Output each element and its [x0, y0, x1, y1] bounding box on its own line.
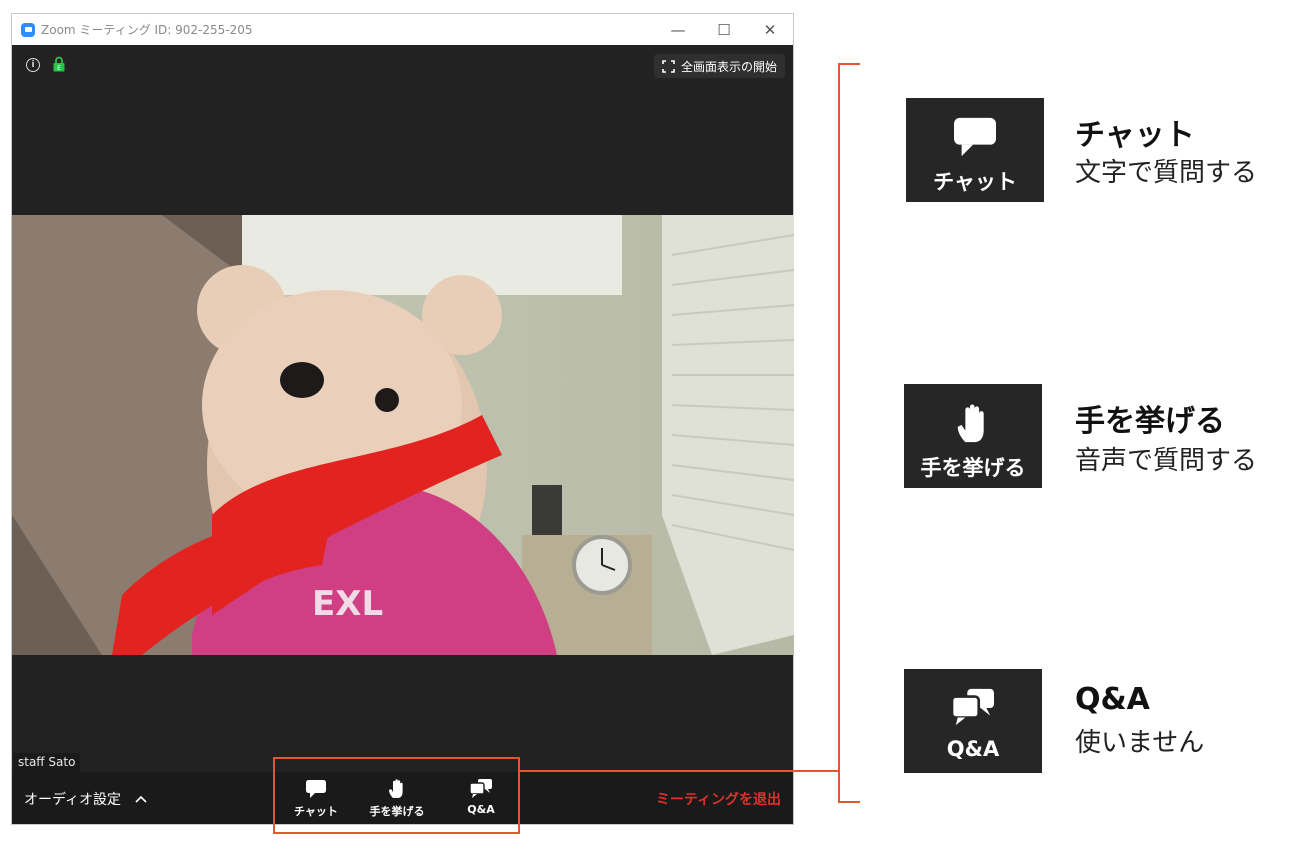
video-feed: EXL [12, 215, 794, 655]
window-title: Zoom ミーティング ID: 902-255-205 [41, 23, 253, 37]
bracket-line [838, 63, 840, 803]
bracket-bottom-tick [838, 801, 860, 803]
toolbar-highlight-box [273, 757, 520, 834]
fullscreen-icon [662, 59, 675, 73]
fullscreen-label: 全画面表示の開始 [680, 59, 777, 74]
audio-settings-button[interactable]: オーディオ設定 [24, 789, 147, 809]
callout-raise-hand-title: 手を挙げる [1075, 404, 1225, 439]
zoom-window: Zoom ミーティング ID: 902-255-205 — ☐ ✕ i E 全画… [11, 13, 794, 825]
svg-text:EXL: EXL [312, 584, 383, 624]
bracket-top-tick [838, 63, 860, 65]
callout-chat-description: 文字で質問する [1075, 158, 1258, 188]
audio-settings-label: オーディオ設定 [24, 792, 122, 808]
callout-chat-title: チャット [1075, 118, 1195, 153]
minimize-button[interactable]: — [655, 14, 701, 45]
info-icon[interactable]: i [26, 58, 40, 72]
callout-raise-hand-tile-label: 手を挙げる [920, 456, 1026, 480]
callout-chat-tile-label: チャット [933, 170, 1017, 194]
close-button[interactable]: ✕ [747, 14, 793, 45]
callout-qa-tile: Q&A [904, 669, 1042, 773]
video-area: i E 全画面表示の開始 EXL staff Sato [12, 45, 794, 772]
callout-qa-title: Q&A [1075, 682, 1150, 717]
callout-qa-tile-label: Q&A [946, 737, 1000, 761]
window-controls: — ☐ ✕ [655, 14, 793, 45]
lock-letter: E [57, 65, 61, 72]
chat-icon [954, 117, 996, 157]
lock-icon[interactable]: E [53, 56, 65, 72]
leave-meeting-button[interactable]: ミーティングを退出 [656, 789, 781, 809]
raise-hand-icon [957, 404, 984, 443]
connector-line [520, 770, 838, 772]
maximize-button[interactable]: ☐ [701, 14, 747, 45]
fullscreen-button[interactable]: 全画面表示の開始 [653, 54, 785, 78]
title-bar: Zoom ミーティング ID: 902-255-205 — ☐ ✕ [12, 14, 793, 45]
zoom-logo-icon [21, 22, 35, 37]
callout-raise-hand-tile: 手を挙げる [904, 384, 1042, 488]
chevron-up-icon[interactable] [135, 795, 147, 803]
callout-raise-hand-description: 音声で質問する [1075, 446, 1258, 476]
callout-qa-description: 使いません [1075, 728, 1205, 758]
qa-icon [950, 688, 994, 726]
participant-name-tag: staff Sato [13, 753, 81, 772]
callout-chat-tile: チャット [906, 98, 1044, 202]
